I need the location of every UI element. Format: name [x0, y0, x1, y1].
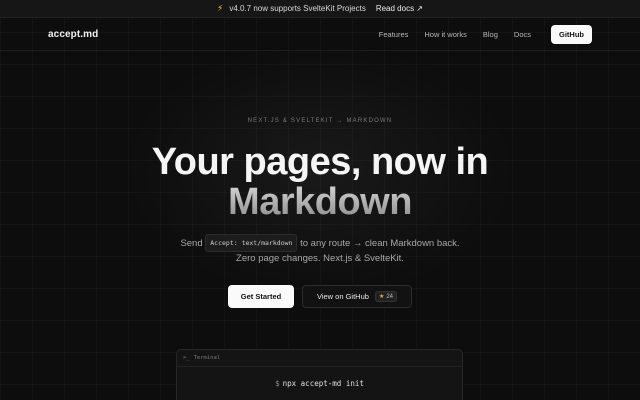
nav-link-docs[interactable]: Docs	[514, 30, 531, 39]
announcement-bar: ⚡ v4.0.7 now supports SvelteKit Projects…	[0, 0, 640, 18]
star-count: 24	[386, 293, 394, 300]
logo[interactable]: accept.md	[48, 29, 98, 40]
nav-link-how-it-works[interactable]: How it works	[424, 30, 467, 39]
subtitle-rest: to any route → clean Markdown back.	[300, 238, 460, 249]
navbar: accept.md Features How it works Blog Doc…	[0, 18, 640, 51]
hero-subtitle: Send Accept: text/markdown to any route …	[0, 234, 640, 266]
announcement-text: v4.0.7 now supports SvelteKit Projects	[229, 4, 366, 13]
terminal-icon: >_	[183, 355, 190, 361]
get-started-button[interactable]: Get Started	[228, 285, 294, 308]
terminal-command[interactable]: npx accept-md init	[283, 379, 364, 388]
star-count-badge: ★ 24	[374, 291, 398, 302]
view-on-github-label: View on GitHub	[316, 292, 369, 301]
star-icon: ★	[378, 294, 385, 300]
terminal-body: $ npx accept-md init	[177, 367, 462, 388]
nav-link-blog[interactable]: Blog	[483, 30, 498, 39]
nav-link-features[interactable]: Features	[379, 30, 409, 39]
hero-title-line1: Your pages, now in	[151, 141, 489, 183]
subtitle-send: Send	[180, 238, 203, 249]
subtitle-line2: Zero page changes. Next.js & SvelteKit.	[236, 253, 404, 264]
github-nav-button[interactable]: GitHub	[551, 24, 592, 44]
hero-title-line2: Markdown	[0, 182, 640, 222]
nav-links: Features How it works Blog Docs GitHub	[379, 24, 592, 44]
terminal-prompt: $	[275, 379, 280, 388]
hero-eyebrow: NEXT.JS & SVELTEKIT → MARKDOWN	[247, 118, 393, 124]
accept-header-code: Accept: text/markdown	[205, 234, 298, 252]
view-on-github-button[interactable]: View on GitHub ★ 24	[302, 285, 412, 308]
read-docs-link[interactable]: Read docs ↗	[376, 4, 423, 13]
hero-title: Your pages, now in Markdown	[0, 142, 640, 222]
terminal-window: >_ Terminal $ npx accept-md init	[176, 349, 463, 400]
terminal-header: >_ Terminal	[177, 350, 462, 367]
terminal-title: Terminal	[193, 355, 221, 361]
lightning-icon: ⚡	[216, 3, 224, 13]
cta-group: Get Started View on GitHub ★ 24	[0, 285, 640, 308]
